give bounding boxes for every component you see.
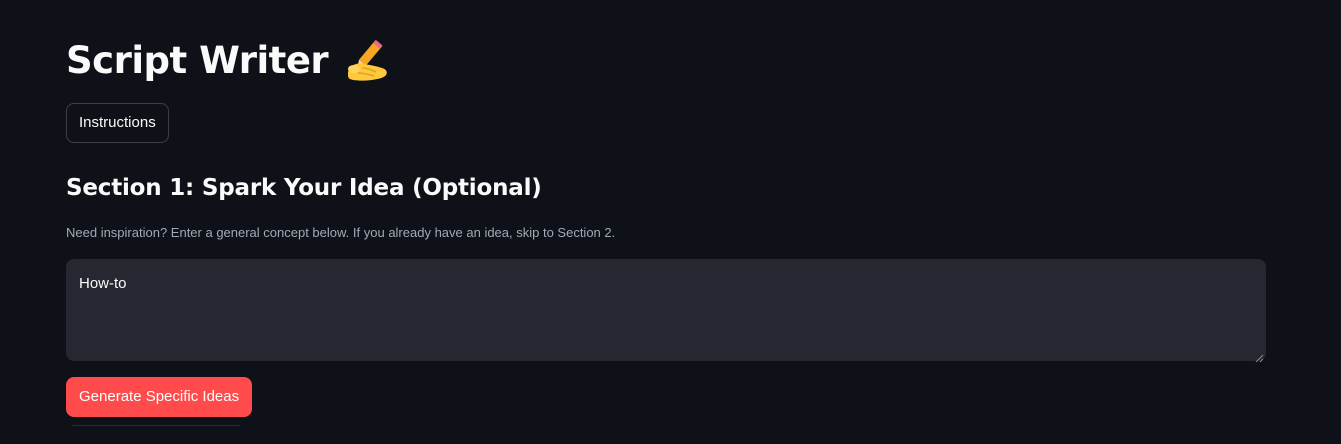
resize-handle-icon[interactable] bbox=[1255, 350, 1264, 363]
section-title: Section 1: Spark Your Idea (Optional) bbox=[66, 175, 542, 201]
writing-hand-icon bbox=[342, 38, 392, 84]
concept-input-container: How-to bbox=[66, 259, 1266, 363]
divider bbox=[72, 425, 240, 426]
page-title: Script Writer bbox=[66, 39, 329, 82]
generate-ideas-button[interactable]: Generate Specific Ideas bbox=[66, 377, 253, 417]
concept-input[interactable]: How-to bbox=[66, 259, 1266, 361]
instructions-button[interactable]: Instructions bbox=[66, 103, 169, 143]
title-row: Script Writer bbox=[66, 36, 392, 86]
section-caption: Need inspiration? Enter a general concep… bbox=[66, 225, 616, 240]
main-container: Script Writer Instructions Section 1: Sp… bbox=[0, 0, 1341, 444]
